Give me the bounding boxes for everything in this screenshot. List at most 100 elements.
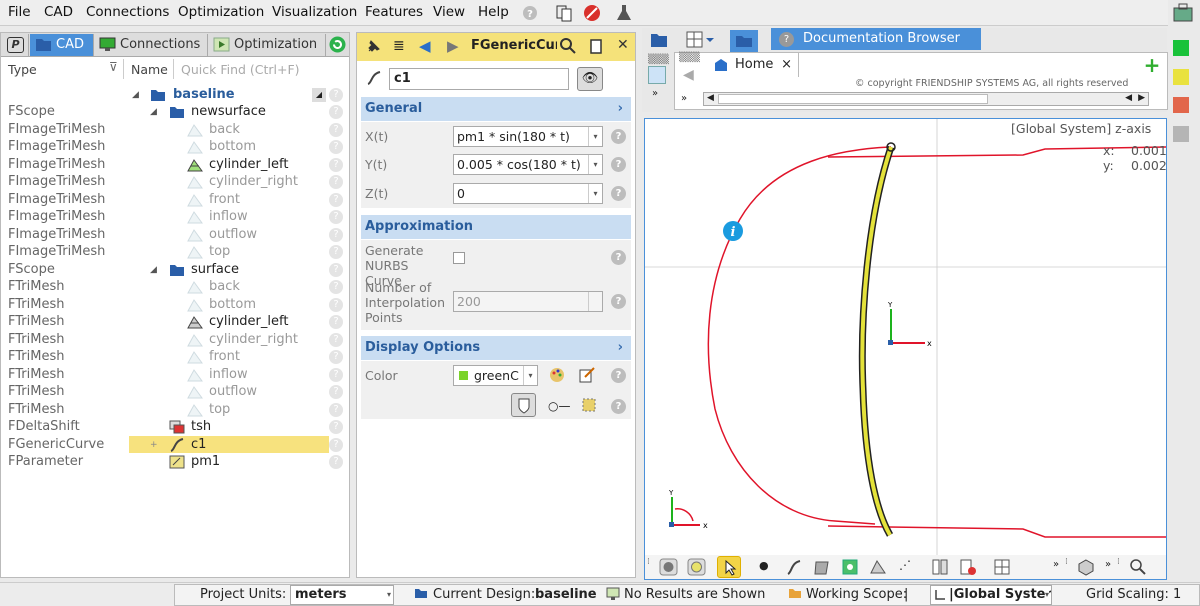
help-icon[interactable]: ? — [329, 262, 343, 277]
help-icon[interactable]: ? — [329, 140, 343, 154]
menu-cad[interactable]: CAD — [44, 4, 73, 20]
tree-row[interactable]: FImageTriMesh bottom? — [1, 138, 349, 156]
sync-icon[interactable] — [329, 36, 346, 53]
tab-documentation-browser[interactable]: ? Documentation Browser — [771, 28, 981, 50]
project-units-select[interactable]: meters ▾ — [290, 585, 394, 605]
tree-root-row[interactable]: ◢ baseline ◢ ? — [1, 86, 349, 104]
help-icon[interactable]: ? — [329, 245, 343, 259]
render-mode-icon[interactable] — [659, 558, 679, 576]
tree-row[interactable]: FTriMesh top? — [1, 401, 349, 419]
back-arrow-icon[interactable]: ◀ — [419, 37, 431, 55]
help-icon[interactable]: ? — [329, 455, 343, 469]
help-icon[interactable]: ? — [611, 129, 626, 144]
menu-help[interactable]: Help — [478, 4, 509, 20]
curve-tool-icon[interactable] — [785, 558, 803, 580]
help-icon[interactable]: ? — [329, 280, 343, 294]
tree-row[interactable]: FImageTriMesh back? — [1, 121, 349, 139]
list-icon[interactable]: ≣ — [393, 38, 405, 54]
patch-tool-icon[interactable] — [841, 558, 859, 580]
quick-find-input[interactable]: Quick Find (Ctrl+F) — [181, 62, 300, 77]
layout-icon[interactable] — [686, 31, 714, 53]
help-icon[interactable]: ? — [329, 210, 343, 224]
surface-tool-icon[interactable] — [813, 558, 831, 580]
chevron-down-icon[interactable]: » — [652, 88, 658, 99]
help-icon[interactable]: ? — [329, 192, 343, 207]
tree-row[interactable]: FImageTriMesh outflow? — [1, 226, 349, 244]
tree-row[interactable]: FImageTriMesh inflow? — [1, 208, 349, 226]
menu-features[interactable]: Features — [365, 4, 423, 20]
yellow-swatch[interactable] — [1173, 69, 1189, 85]
tree-row[interactable]: FTriMesh cylinder_right? — [1, 331, 349, 349]
tree-row[interactable]: FScope ◢ newsurface? — [1, 103, 349, 121]
z-expression-input[interactable]: 0 ▾ — [453, 183, 603, 204]
copy-icon[interactable] — [589, 38, 603, 59]
toolbox-icon[interactable] — [1172, 2, 1194, 24]
tab-optimization[interactable]: Optimization — [208, 34, 326, 56]
help-icon[interactable]: ? — [520, 3, 540, 23]
name-column-header[interactable]: Name — [131, 62, 168, 77]
viewport-canvas[interactable]: i Y x Y x — [645, 119, 1166, 579]
help-icon[interactable]: ? — [329, 88, 343, 102]
palette-icon[interactable] — [549, 367, 566, 387]
3d-viewport[interactable]: i Y x Y x [Global System] z-axis x: 0.00… — [644, 118, 1167, 580]
tree-row[interactable]: FGenericCurve + c1? — [1, 435, 349, 453]
type-column-header[interactable]: Type — [8, 62, 37, 77]
help-icon[interactable]: ? — [611, 368, 626, 383]
mesh-tool-icon[interactable] — [869, 558, 887, 580]
color-select[interactable]: greenC ▾ — [453, 365, 538, 386]
forward-arrow-icon[interactable]: ▶ — [447, 37, 459, 55]
tree-row[interactable]: FTriMesh front? — [1, 348, 349, 366]
close-icon[interactable]: × — [781, 53, 792, 77]
tree-row[interactable]: FImageTriMesh cylinder_left? — [1, 156, 349, 174]
stop-icon[interactable] — [582, 3, 602, 23]
browser-back-icon[interactable]: ◀ — [683, 67, 694, 83]
eye-icon[interactable]: 👁 — [577, 67, 603, 91]
menu-optimization[interactable]: Optimization — [178, 4, 264, 20]
windows-icon[interactable] — [554, 3, 574, 23]
filter-icon[interactable]: ⊽ — [109, 60, 118, 74]
help-icon[interactable]: ? — [329, 420, 343, 434]
help-icon[interactable]: ? — [611, 157, 626, 172]
help-icon[interactable]: ? — [329, 157, 343, 172]
menu-view[interactable]: View — [433, 4, 465, 20]
tree-row[interactable]: FTriMesh outflow? — [1, 383, 349, 401]
help-icon[interactable]: ? — [329, 367, 343, 382]
help-icon[interactable]: ? — [329, 175, 343, 189]
image-icon[interactable] — [648, 66, 666, 84]
shield-icon[interactable] — [511, 393, 536, 417]
tree-row[interactable]: FTriMesh bottom? — [1, 296, 349, 314]
section-view-icon[interactable] — [931, 558, 949, 580]
tab-cad[interactable]: CAD — [30, 34, 94, 56]
section-general[interactable]: General › — [361, 97, 631, 121]
section-display-options[interactable]: Display Options › — [361, 336, 631, 360]
tab-home[interactable]: Home × — [705, 53, 799, 77]
tree-row[interactable]: FDeltaShift tsh? — [1, 418, 349, 436]
help-icon[interactable]: ? — [329, 105, 343, 119]
help-icon[interactable]: ? — [329, 385, 343, 399]
tree-row[interactable]: FImageTriMesh top? — [1, 243, 349, 261]
help-icon[interactable]: ? — [329, 315, 343, 329]
help-icon[interactable]: ? — [611, 250, 626, 265]
help-icon[interactable]: ? — [329, 437, 343, 452]
add-tab-icon[interactable]: + — [1141, 54, 1163, 76]
menu-file[interactable]: File — [8, 4, 31, 20]
search-icon[interactable] — [559, 37, 577, 59]
folder-tab-icon[interactable] — [730, 30, 758, 52]
flask-icon[interactable] — [614, 3, 634, 23]
cube-view-icon[interactable] — [1077, 558, 1095, 580]
tree-row[interactable]: FScope ◢ surface? — [1, 261, 349, 279]
folder-icon[interactable] — [650, 32, 668, 52]
tree-row[interactable]: FParameter pm1? — [1, 453, 349, 471]
section-approximation[interactable]: Approximation — [361, 215, 631, 239]
tree-row[interactable]: FTriMesh cylinder_left? — [1, 313, 349, 331]
tree-row[interactable]: FTriMesh back? — [1, 278, 349, 296]
more-icon[interactable]: » — [1105, 559, 1111, 570]
tab-project[interactable]: P — [1, 34, 29, 56]
dots-icon[interactable]: ⋰ — [899, 558, 911, 572]
red-swatch[interactable] — [1173, 97, 1189, 113]
tab-connections[interactable]: Connections — [94, 34, 208, 56]
x-expression-input[interactable]: pm1 * sin(180 * t) ▾ — [453, 126, 603, 147]
help-icon[interactable]: ? — [611, 294, 626, 309]
help-icon[interactable]: ? — [329, 402, 343, 417]
close-icon[interactable]: ✕ — [617, 37, 629, 53]
